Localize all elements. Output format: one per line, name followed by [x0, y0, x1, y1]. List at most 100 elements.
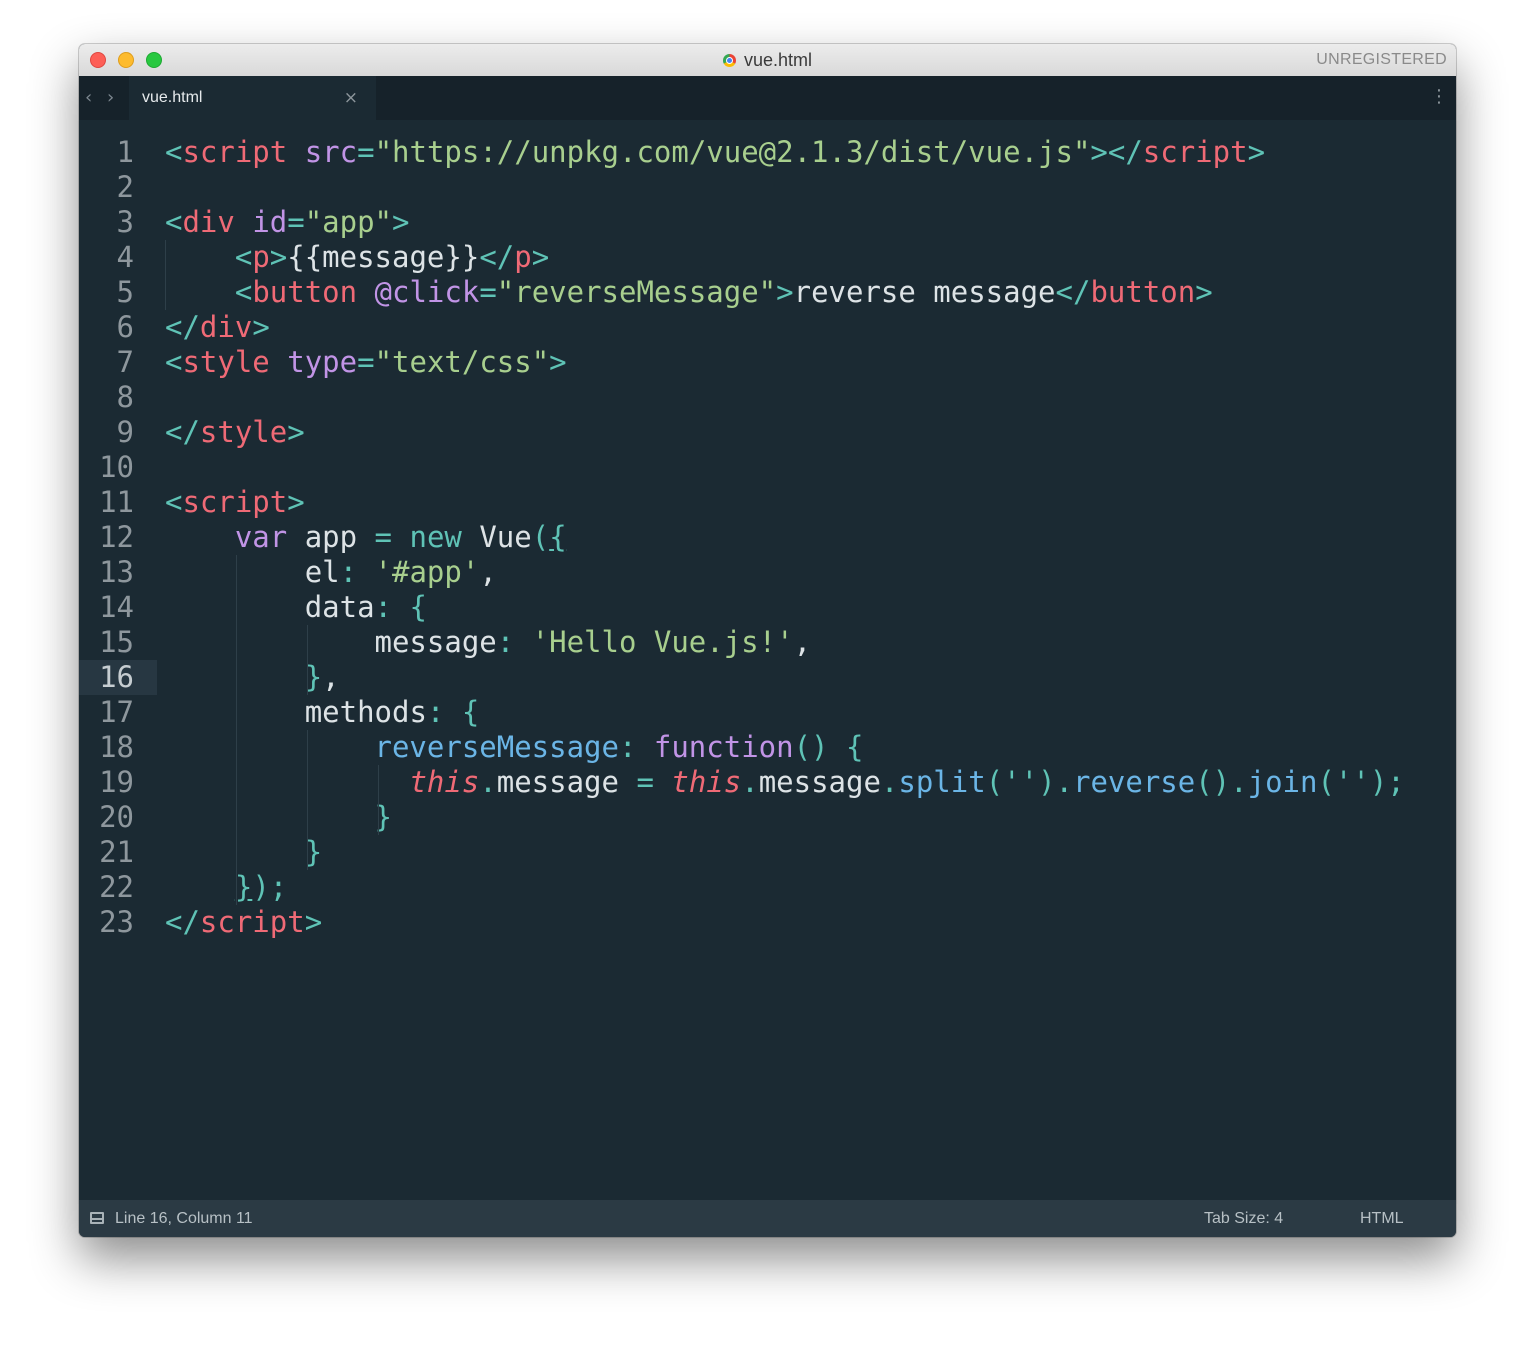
code-line[interactable]: 15 message: 'Hello Vue.js!', [79, 625, 1456, 660]
line-gutter[interactable]: 5 [79, 275, 157, 310]
line-number: 14 [99, 590, 134, 624]
code-line[interactable]: 22 }); [79, 870, 1456, 905]
line-gutter[interactable]: 16 [79, 660, 157, 695]
code-token: type [287, 345, 358, 379]
code-line[interactable]: 9 </style> [79, 415, 1456, 450]
line-number: 10 [99, 450, 134, 484]
line-gutter[interactable]: 3 [79, 205, 157, 240]
line-gutter[interactable]: 20 [79, 800, 157, 835]
panel-icon[interactable] [90, 1212, 104, 1224]
line-gutter[interactable]: 4 [79, 240, 157, 275]
tab-bar: ‹ › vue.html × ⋮ [79, 76, 1456, 120]
code-line[interactable]: 8 [79, 380, 1456, 415]
line-gutter[interactable]: 2 [79, 170, 157, 205]
line-gutter[interactable]: 22 [79, 870, 157, 905]
line-gutter[interactable]: 12 [79, 520, 157, 555]
code-line[interactable]: 18 reverseMessage: function() { [79, 730, 1456, 765]
code-line[interactable]: 14 data: { [79, 590, 1456, 625]
editor-window: vue.html UNREGISTERED ‹ › vue.html × ⋮ 1… [79, 44, 1456, 1237]
syntax-selector[interactable]: HTML [1360, 1200, 1404, 1237]
line-gutter[interactable]: 7 [79, 345, 157, 380]
line-gutter[interactable]: 21 [79, 835, 157, 870]
code-token: style [182, 345, 270, 379]
code-line[interactable]: 1 <script src="https://unpkg.com/vue@2.1.… [79, 135, 1456, 170]
license-status: UNREGISTERED [1316, 51, 1447, 68]
line-gutter[interactable]: 8 [79, 380, 157, 415]
code-text: <script> [165, 485, 305, 520]
code-token: : [496, 625, 515, 659]
line-gutter[interactable]: 9 [79, 415, 157, 450]
code-token: data [304, 590, 375, 624]
code-line[interactable]: 21 } [79, 835, 1456, 870]
code-token: style [199, 415, 288, 449]
line-gutter[interactable]: 6 [79, 310, 157, 345]
line-gutter[interactable]: 15 [79, 625, 157, 660]
chevron-right-icon[interactable]: › [107, 88, 114, 108]
code-line[interactable]: 7 <style type="text/css"> [79, 345, 1456, 380]
code-line[interactable]: 23 </script> [79, 905, 1456, 940]
line-gutter[interactable]: 18 [79, 730, 157, 765]
cursor-position[interactable]: Line 16, Column 11 [115, 1200, 253, 1237]
line-gutter[interactable]: 19 [79, 765, 157, 800]
code-editor[interactable]: 1 <script src="https://unpkg.com/vue@2.1.… [79, 120, 1456, 1200]
code-line[interactable]: 12 var app = new Vue({ [79, 520, 1456, 555]
line-gutter[interactable]: 13 [79, 555, 157, 590]
code-line[interactable]: 11 <script> [79, 485, 1456, 520]
code-line[interactable]: 2 [79, 170, 1456, 205]
code-token: var [234, 520, 288, 554]
line-number: 21 [99, 835, 134, 869]
code-line[interactable]: 20 } [79, 800, 1456, 835]
code-token: } [234, 870, 253, 904]
close-icon[interactable]: × [344, 88, 358, 108]
code-token: this [409, 765, 480, 799]
code-line[interactable]: 19 this.message = this.message.split('')… [79, 765, 1456, 800]
code-line[interactable]: 16 }, [79, 660, 1456, 695]
code-line[interactable]: 17 methods: { [79, 695, 1456, 730]
code-token: > [776, 275, 794, 309]
code-line[interactable]: 13 el: '#app', [79, 555, 1456, 590]
line-gutter[interactable]: 23 [79, 905, 157, 940]
code-line[interactable]: 4 <p>{{message}}</p> [79, 240, 1456, 275]
code-text: <style type="text/css"> [165, 345, 567, 380]
line-gutter[interactable]: 10 [79, 450, 157, 485]
line-gutter[interactable]: 11 [79, 485, 157, 520]
line-number: 3 [116, 205, 134, 239]
code-line[interactable]: 6 </div> [79, 310, 1456, 345]
line-gutter[interactable]: 14 [79, 590, 157, 625]
code-token: (''); [1317, 765, 1405, 799]
code-text: </style> [165, 415, 305, 450]
tab-vue-html[interactable]: vue.html × [129, 76, 376, 120]
line-number: 2 [116, 170, 134, 204]
tab-size-selector[interactable]: Tab Size: 4 [1204, 1200, 1283, 1237]
line-gutter[interactable]: 17 [79, 695, 157, 730]
code-line[interactable]: 10 [79, 450, 1456, 485]
line-number: 8 [116, 380, 134, 414]
code-token: </ [1055, 275, 1091, 309]
code-text: }); [165, 870, 287, 905]
code-token: "app" [304, 205, 393, 239]
code-token: > [269, 240, 288, 274]
code-token: message [758, 765, 881, 799]
line-gutter[interactable]: 1 [79, 135, 157, 170]
code-line[interactable]: 3 <div id="app"> [79, 205, 1456, 240]
code-text: <script src="https://unpkg.com/vue@2.1.3… [165, 135, 1265, 170]
chevron-left-icon[interactable]: ‹ [85, 88, 92, 108]
code-token: < [165, 135, 183, 169]
kebab-menu-icon[interactable]: ⋮ [1430, 87, 1448, 107]
code-token: > [1247, 135, 1266, 169]
code-token: reverse message [793, 275, 1056, 309]
code-text: this.message = this.message.split('').re… [165, 765, 1405, 800]
code-line[interactable]: 5 <button @click="reverseMessage">revers… [79, 275, 1456, 310]
code-token: script [182, 135, 288, 169]
code-token: > [287, 415, 305, 449]
code-token: this [671, 765, 742, 799]
title-bar[interactable]: vue.html UNREGISTERED [79, 44, 1456, 77]
